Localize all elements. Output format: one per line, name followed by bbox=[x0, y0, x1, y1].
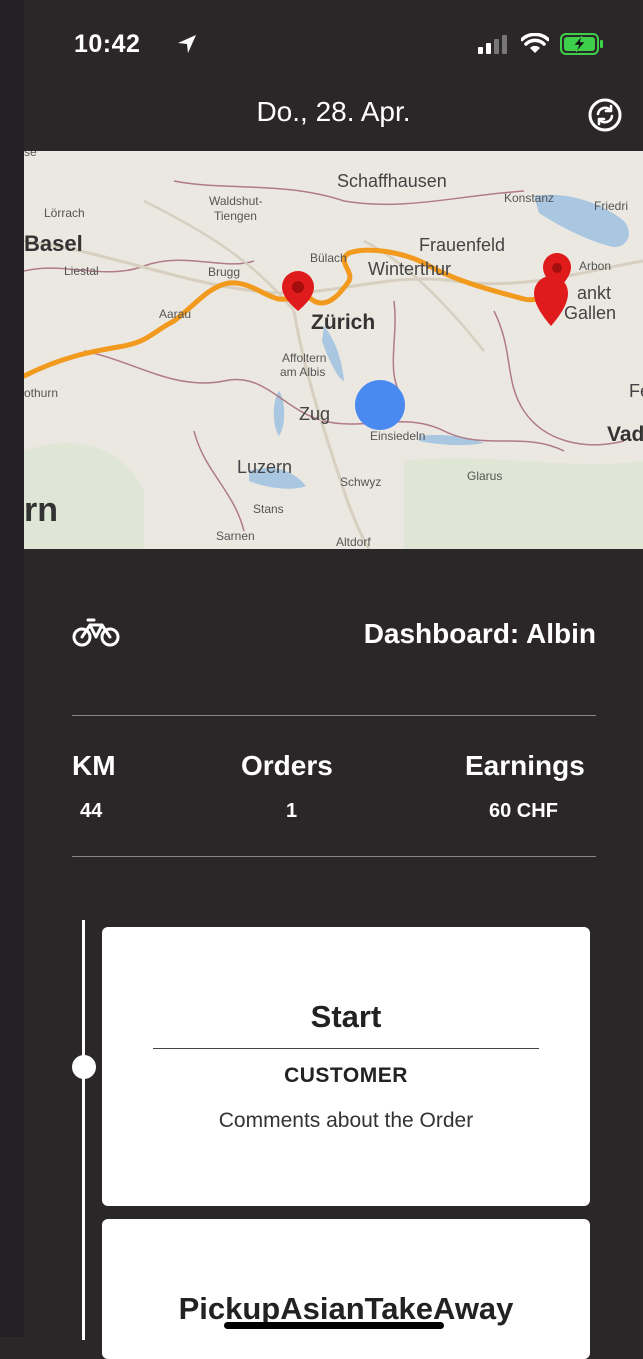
orders-label: Orders bbox=[241, 750, 333, 781]
map-label: am Albis bbox=[280, 365, 326, 379]
battery-charging-icon bbox=[560, 33, 603, 55]
map-label: Gallen bbox=[564, 303, 617, 323]
map-label: Luzern bbox=[237, 457, 293, 477]
map-label: ankt bbox=[577, 283, 612, 303]
sync-icon[interactable] bbox=[588, 98, 622, 132]
map-label: Schaffhausen bbox=[337, 171, 447, 191]
route-map[interactable]: se Schaffhausen Konstanz Friedri Lörrach… bbox=[24, 151, 643, 549]
side-strip bbox=[0, 0, 24, 1337]
order-card-pickup[interactable]: PickupAsianTakeAway bbox=[102, 1219, 590, 1359]
card-divider bbox=[153, 1048, 539, 1049]
map-label: othurn bbox=[24, 386, 59, 400]
map-label: Aarau bbox=[159, 307, 192, 321]
map-label: Bülach bbox=[310, 251, 347, 265]
earnings-label: Earnings bbox=[465, 750, 585, 781]
map-label: se bbox=[24, 151, 37, 159]
map-label: Arbon bbox=[579, 259, 612, 273]
map-label: Fe bbox=[629, 381, 643, 401]
card-customer: CUSTOMER bbox=[284, 1064, 408, 1087]
status-bar: 10:42 bbox=[24, 0, 643, 90]
timeline-dot bbox=[72, 1055, 96, 1079]
map-label: Lörrach bbox=[44, 206, 85, 220]
map-label: Zürich bbox=[311, 311, 376, 334]
header-date: Do., 28. Apr. bbox=[256, 96, 411, 127]
divider bbox=[72, 856, 596, 857]
orders-value: 1 bbox=[286, 800, 298, 822]
dashboard-header: Dashboard: Albin bbox=[72, 612, 596, 656]
map-label: Zug bbox=[299, 404, 331, 424]
status-time: 10:42 bbox=[74, 30, 141, 58]
order-card-start[interactable]: Start CUSTOMER Comments about the Order bbox=[102, 927, 590, 1206]
earnings-value: 60 CHF bbox=[489, 800, 558, 822]
map-label: Altdorf bbox=[336, 535, 371, 549]
map-label: Frauenfeld bbox=[419, 235, 506, 255]
timeline-line bbox=[82, 920, 85, 1340]
map-label: Einsiedeln bbox=[370, 429, 426, 443]
map-label: Konstanz bbox=[504, 191, 555, 205]
dashboard-title: Dashboard: Albin bbox=[363, 618, 596, 649]
map-label: Waldshut- bbox=[209, 194, 263, 208]
map-label: rn bbox=[24, 491, 58, 529]
km-label: KM bbox=[72, 750, 116, 781]
map-label: Vad bbox=[607, 423, 643, 446]
map-label: Affoltern bbox=[282, 351, 327, 365]
map-label: Glarus bbox=[467, 469, 503, 483]
map-label: Stans bbox=[253, 502, 284, 516]
map-label: Winterthur bbox=[368, 259, 452, 279]
map-label: Schwyz bbox=[340, 475, 382, 489]
signal-icon bbox=[478, 35, 507, 54]
km-value: 44 bbox=[80, 800, 103, 822]
card-title: Start bbox=[310, 999, 382, 1034]
map-canvas bbox=[24, 151, 643, 549]
wifi-icon bbox=[521, 33, 549, 53]
map-label: Liestal bbox=[64, 264, 99, 278]
location-arrow-icon bbox=[178, 35, 196, 53]
card-comments: Comments about the Order bbox=[218, 1109, 474, 1132]
map-label: Friedri bbox=[594, 199, 629, 213]
divider bbox=[72, 715, 596, 716]
map-label: Sarnen bbox=[216, 529, 255, 543]
map-label: Tiengen bbox=[214, 209, 257, 223]
map-label: Basel bbox=[24, 231, 83, 256]
map-label: Brugg bbox=[208, 265, 241, 279]
home-indicator bbox=[224, 1322, 444, 1329]
bicycle-icon bbox=[72, 618, 120, 647]
